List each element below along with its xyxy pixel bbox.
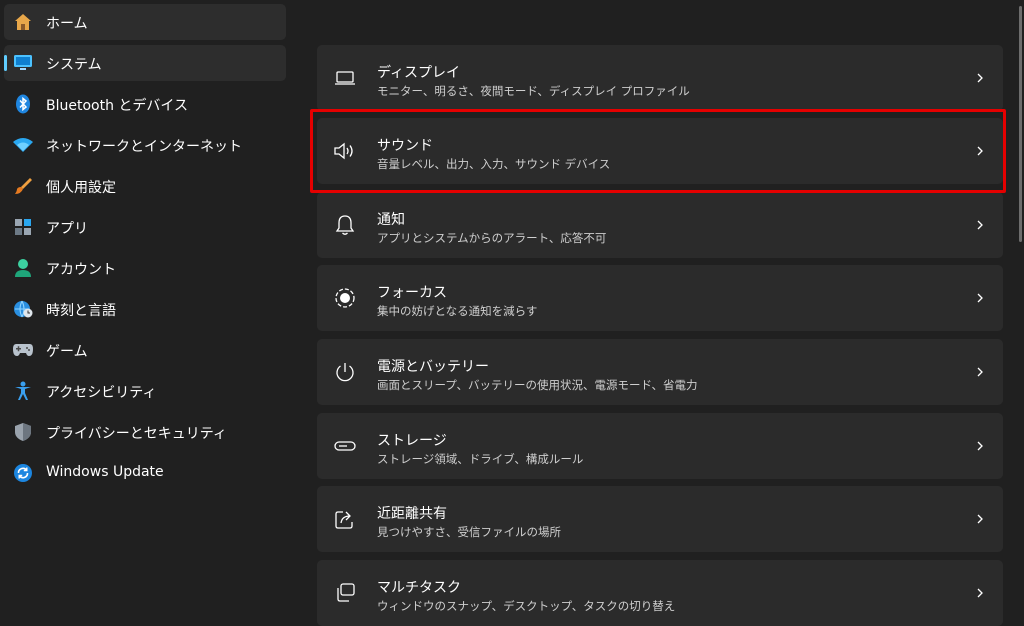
- sidebar-item-home[interactable]: ホーム: [4, 4, 286, 40]
- selection-indicator: [4, 55, 7, 71]
- card-title: ディスプレイ: [377, 65, 461, 81]
- settings-card-display[interactable]: ディスプレイ モニター、明るさ、夜間モード、ディスプレイ プロファイル: [317, 45, 1003, 111]
- sidebar-item-label: Windows Update: [46, 464, 164, 480]
- focus-icon: [333, 286, 357, 310]
- chevron-right-icon: [977, 588, 983, 598]
- settings-card-focus[interactable]: フォーカス 集中の妨げとなる通知を減らす: [317, 265, 1003, 331]
- sidebar-item-time-language[interactable]: 時刻と言語: [4, 291, 286, 327]
- card-subtitle: 画面とスリープ、バッテリーの使用状況、電源モード、省電力: [377, 378, 698, 392]
- sidebar-item-system[interactable]: システム: [4, 45, 286, 81]
- chevron-right-icon: [977, 367, 983, 377]
- sidebar-item-label: 時刻と言語: [46, 303, 116, 319]
- sidebar-item-label: プライバシーとセキュリティ: [46, 426, 227, 442]
- settings-card-nearby-sharing[interactable]: 近距離共有 見つけやすさ、受信ファイルの場所: [317, 486, 1003, 552]
- share-icon: [333, 507, 357, 531]
- card-title: サウンド: [377, 138, 433, 154]
- power-icon: [333, 360, 357, 384]
- card-subtitle: アプリとシステムからのアラート、応答不可: [377, 231, 607, 245]
- sidebar-item-label: Bluetooth とデバイス: [46, 98, 188, 114]
- sidebar-item-label: アクセシビリティ: [46, 385, 157, 401]
- settings-card-notifications[interactable]: 通知 アプリとシステムからのアラート、応答不可: [317, 192, 1003, 258]
- card-subtitle: 音量レベル、出力、入力、サウンド デバイス: [377, 157, 611, 171]
- card-subtitle: 見つけやすさ、受信ファイルの場所: [377, 525, 561, 539]
- settings-card-sound[interactable]: サウンド 音量レベル、出力、入力、サウンド デバイス: [317, 118, 1003, 184]
- multitask-icon: [333, 581, 357, 605]
- display-icon: [333, 66, 357, 90]
- sidebar: ホーム システム Bluetooth とデバイス ネットワークとインターネット …: [0, 0, 292, 613]
- sidebar-item-label: アカウント: [46, 262, 116, 278]
- home-icon: [12, 11, 34, 33]
- settings-card-power[interactable]: 電源とバッテリー 画面とスリープ、バッテリーの使用状況、電源モード、省電力: [317, 339, 1003, 405]
- apps-icon: [12, 216, 34, 238]
- sidebar-item-apps[interactable]: アプリ: [4, 209, 286, 245]
- card-subtitle: モニター、明るさ、夜間モード、ディスプレイ プロファイル: [377, 84, 690, 98]
- card-title: マルチタスク: [377, 580, 461, 596]
- bell-icon: [333, 213, 357, 237]
- sidebar-item-accessibility[interactable]: アクセシビリティ: [4, 373, 286, 409]
- card-subtitle: ストレージ領域、ドライブ、構成ルール: [377, 452, 584, 466]
- sidebar-item-personalization[interactable]: 個人用設定: [4, 168, 286, 204]
- sidebar-item-label: システム: [46, 57, 102, 73]
- chevron-right-icon: [977, 514, 983, 524]
- accessibility-icon: [12, 380, 34, 402]
- bluetooth-icon: [12, 93, 34, 115]
- card-subtitle: ウィンドウのスナップ、デスクトップ、タスクの切り替え: [377, 599, 676, 613]
- card-title: 電源とバッテリー: [377, 359, 489, 375]
- shield-icon: [12, 421, 34, 443]
- settings-card-multitasking[interactable]: マルチタスク ウィンドウのスナップ、デスクトップ、タスクの切り替え: [317, 560, 1003, 626]
- sidebar-item-label: ゲーム: [46, 344, 88, 360]
- card-title: ストレージ: [377, 433, 447, 449]
- sidebar-item-label: アプリ: [46, 221, 88, 237]
- sidebar-item-label: ホーム: [46, 16, 88, 32]
- brush-icon: [12, 175, 34, 197]
- settings-card-storage[interactable]: ストレージ ストレージ領域、ドライブ、構成ルール: [317, 413, 1003, 479]
- sidebar-item-network[interactable]: ネットワークとインターネット: [4, 127, 286, 163]
- speaker-icon: [333, 139, 357, 163]
- sidebar-item-bluetooth[interactable]: Bluetooth とデバイス: [4, 86, 286, 122]
- update-icon: [12, 462, 34, 484]
- card-title: フォーカス: [377, 285, 447, 301]
- gamepad-icon: [12, 339, 34, 361]
- sidebar-item-windows-update[interactable]: Windows Update: [4, 455, 286, 491]
- chevron-right-icon: [977, 146, 983, 156]
- chevron-right-icon: [977, 220, 983, 230]
- sidebar-item-privacy[interactable]: プライバシーとセキュリティ: [4, 414, 286, 450]
- sidebar-item-label: ネットワークとインターネット: [46, 139, 242, 155]
- storage-icon: [333, 434, 357, 458]
- sidebar-item-gaming[interactable]: ゲーム: [4, 332, 286, 368]
- chevron-right-icon: [977, 441, 983, 451]
- chevron-right-icon: [977, 293, 983, 303]
- scrollbar[interactable]: [1019, 6, 1022, 242]
- person-icon: [12, 257, 34, 279]
- globe-clock-icon: [12, 298, 34, 320]
- sidebar-item-accounts[interactable]: アカウント: [4, 250, 286, 286]
- card-title: 通知: [377, 212, 405, 228]
- card-title: 近距離共有: [377, 506, 447, 522]
- chevron-right-icon: [977, 73, 983, 83]
- monitor-icon: [12, 52, 34, 74]
- sidebar-item-label: 個人用設定: [46, 180, 116, 196]
- wifi-icon: [12, 134, 34, 156]
- card-subtitle: 集中の妨げとなる通知を減らす: [377, 304, 538, 318]
